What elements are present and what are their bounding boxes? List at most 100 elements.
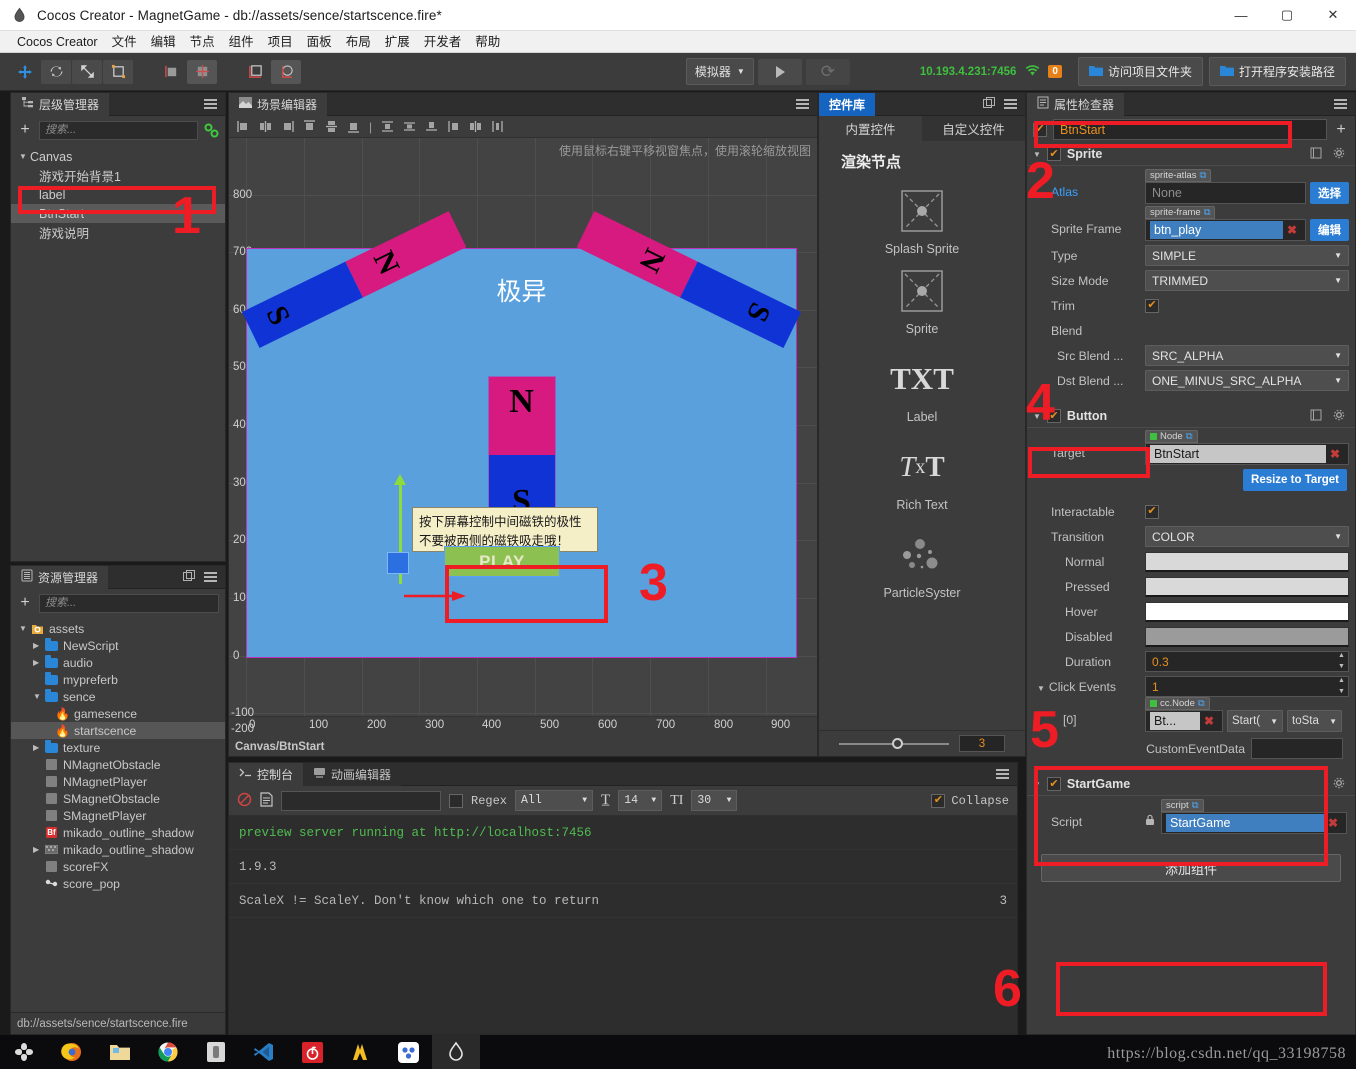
asset-row-bitmapfont[interactable]: Bf mikado_outline_shadow <box>11 824 225 841</box>
chevron-down-icon[interactable]: ▼ <box>33 692 44 701</box>
minimize-button[interactable]: — <box>1218 0 1264 31</box>
help-book-icon[interactable] <box>1310 409 1322 424</box>
click-events-count-input[interactable]: 1 <box>1145 676 1349 697</box>
preview-refresh-button[interactable]: ⟳ <box>805 58 850 85</box>
atlas-value-field[interactable]: None <box>1145 182 1306 204</box>
add-node-component-button[interactable]: + <box>1333 121 1349 138</box>
assets-search-input[interactable]: 搜索... <box>39 593 219 613</box>
game-canvas[interactable]: 极异 S N N S N S 按下屏幕控制中间磁铁的极性 不要被两侧的磁铁吸走哦… <box>242 211 801 658</box>
asset-row-scorefx[interactable]: scoreFX <box>11 858 225 875</box>
app-icon[interactable] <box>192 1035 240 1069</box>
widget-zoom-slider[interactable] <box>839 737 949 749</box>
asset-row-gamesence[interactable]: 🔥 gamesence <box>11 705 225 722</box>
tab-animation-editor[interactable]: 动画编辑器 <box>303 762 402 786</box>
log-level-dropdown[interactable]: All ▼ <box>515 790 594 811</box>
vscode-icon[interactable] <box>240 1035 288 1069</box>
event-component-dropdown[interactable]: Start( ▼ <box>1227 710 1283 732</box>
chevron-down-icon[interactable]: ▼ <box>19 624 30 633</box>
hierarchy-search-input[interactable]: 搜索... <box>39 120 198 140</box>
interactable-checkbox[interactable] <box>1145 504 1159 519</box>
assets-menu-icon[interactable] <box>204 572 217 582</box>
align-bottom-icon[interactable] <box>347 120 360 133</box>
tab-widget-library[interactable]: 控件库 <box>819 92 876 116</box>
asset-row-sence[interactable]: ▼ sence <box>11 688 225 705</box>
widget-item-label[interactable]: TXT Label <box>819 358 1025 424</box>
rotate-tool-icon[interactable] <box>41 59 71 84</box>
space-v-icon[interactable] <box>469 120 482 133</box>
asset-row-audio[interactable]: ▶ audio <box>11 654 225 671</box>
menu-item-help[interactable]: 帮助 <box>468 31 507 53</box>
maximize-button[interactable]: ▢ <box>1264 0 1310 31</box>
tab-scene-editor[interactable]: 场景编辑器 <box>229 92 328 116</box>
rect-tool-icon[interactable] <box>103 59 133 84</box>
app2-icon[interactable] <box>384 1035 432 1069</box>
gear-icon[interactable] <box>1333 409 1345 424</box>
asset-row-nmagnetplayer[interactable]: NMagnetPlayer <box>11 773 225 790</box>
gear-icon[interactable] <box>1333 777 1345 792</box>
external-link-icon[interactable]: ⧉ <box>1198 698 1205 709</box>
target-value-field[interactable]: BtnStart ✖ <box>1145 443 1349 465</box>
menu-item-layout[interactable]: 布局 <box>339 31 378 53</box>
console-log-list[interactable]: preview server running at http://localho… <box>229 816 1017 1034</box>
menu-item-cocos-creator[interactable]: Cocos Creator <box>10 31 105 53</box>
asset-row-mypreferb[interactable]: ▶ mypreferb <box>11 671 225 688</box>
align-right-icon[interactable] <box>281 120 294 133</box>
menu-item-component[interactable]: 组件 <box>222 31 261 53</box>
chevron-right-icon[interactable]: ▶ <box>33 641 44 650</box>
chrome-icon[interactable] <box>144 1035 192 1069</box>
asset-row-smagnetplayer[interactable]: SMagnetPlayer <box>11 807 225 824</box>
align-left-icon[interactable] <box>237 120 250 133</box>
clear-event-node-icon[interactable]: ✖ <box>1200 714 1218 728</box>
clear-script-icon[interactable]: ✖ <box>1324 816 1342 830</box>
stepper-down-icon[interactable]: ▼ <box>1335 688 1348 696</box>
duration-input[interactable]: 0.3 <box>1145 651 1349 672</box>
scene-viewport[interactable]: 800 700 600 500 400 300 200 100 0 -100 -… <box>229 138 817 738</box>
distribute-h-icon[interactable] <box>381 120 394 133</box>
windows-icon[interactable] <box>0 1035 48 1069</box>
asset-row-texture-mikado[interactable]: ▶ mikado_outline_shadow <box>11 841 225 858</box>
sprite-component-header[interactable]: ▼ Sprite <box>1027 143 1355 166</box>
normal-color-swatch[interactable] <box>1145 551 1349 572</box>
widget-item-sprite[interactable]: Sprite <box>819 270 1025 336</box>
widget-item-particle-system[interactable]: ParticleSyster <box>819 534 1025 600</box>
external-link-icon[interactable]: ⧉ <box>1186 431 1193 442</box>
chevron-right-icon[interactable]: ▶ <box>33 658 44 667</box>
scale-tool-icon[interactable] <box>72 59 102 84</box>
regex-checkbox[interactable] <box>449 793 463 808</box>
stepper-up-icon[interactable]: ▲ <box>1335 652 1348 660</box>
distribute-even-icon[interactable] <box>425 120 438 133</box>
menu-item-extension[interactable]: 扩展 <box>378 31 417 53</box>
global-coords-icon[interactable] <box>271 59 301 84</box>
chevron-down-icon[interactable]: ▼ <box>1037 684 1045 693</box>
hierarchy-menu-icon[interactable] <box>204 99 217 109</box>
cocos-creator-icon[interactable] <box>432 1035 480 1069</box>
menu-item-project[interactable]: 项目 <box>261 31 300 53</box>
atlas-select-button[interactable]: 选择 <box>1310 182 1349 204</box>
widget-item-rich-text[interactable]: TxT Rich Text <box>819 446 1025 513</box>
src-blend-dropdown[interactable]: SRC_ALPHA ▼ <box>1145 345 1349 366</box>
hover-color-swatch[interactable] <box>1145 601 1349 622</box>
menu-item-file[interactable]: 文件 <box>105 31 144 53</box>
startgame-enabled-checkbox[interactable] <box>1046 777 1061 791</box>
event-node-field[interactable]: Bt... ✖ <box>1145 710 1223 732</box>
help-book-icon[interactable] <box>1310 147 1322 162</box>
asset-row-assets[interactable]: ▼ assets <box>11 620 225 637</box>
chevron-right-icon[interactable]: ▶ <box>33 845 44 854</box>
simulator-dropdown[interactable]: 模拟器 ▼ <box>685 58 754 85</box>
disabled-color-swatch[interactable] <box>1145 626 1349 647</box>
console-filter-input[interactable] <box>281 790 441 811</box>
resize-to-target-button[interactable]: Resize to Target <box>1243 469 1347 491</box>
node-name-input[interactable]: BtnStart <box>1053 119 1327 140</box>
stepper-down-icon[interactable]: ▼ <box>1335 663 1348 671</box>
add-node-button[interactable]: + <box>17 122 33 138</box>
pressed-color-swatch[interactable] <box>1145 576 1349 597</box>
tab-console[interactable]: 控制台 <box>229 762 304 786</box>
clear-console-icon[interactable] <box>237 792 252 810</box>
close-button[interactable]: ✕ <box>1310 0 1356 31</box>
tab-builtin-widgets[interactable]: 内置控件 <box>819 116 922 141</box>
dst-blend-dropdown[interactable]: ONE_MINUS_SRC_ALPHA ▼ <box>1145 370 1349 391</box>
align-tool-icon[interactable] <box>187 59 217 84</box>
menu-item-panel[interactable]: 面板 <box>300 31 339 53</box>
align-center-h-icon[interactable] <box>259 120 272 133</box>
chevron-down-icon[interactable]: ▼ <box>1033 780 1041 789</box>
